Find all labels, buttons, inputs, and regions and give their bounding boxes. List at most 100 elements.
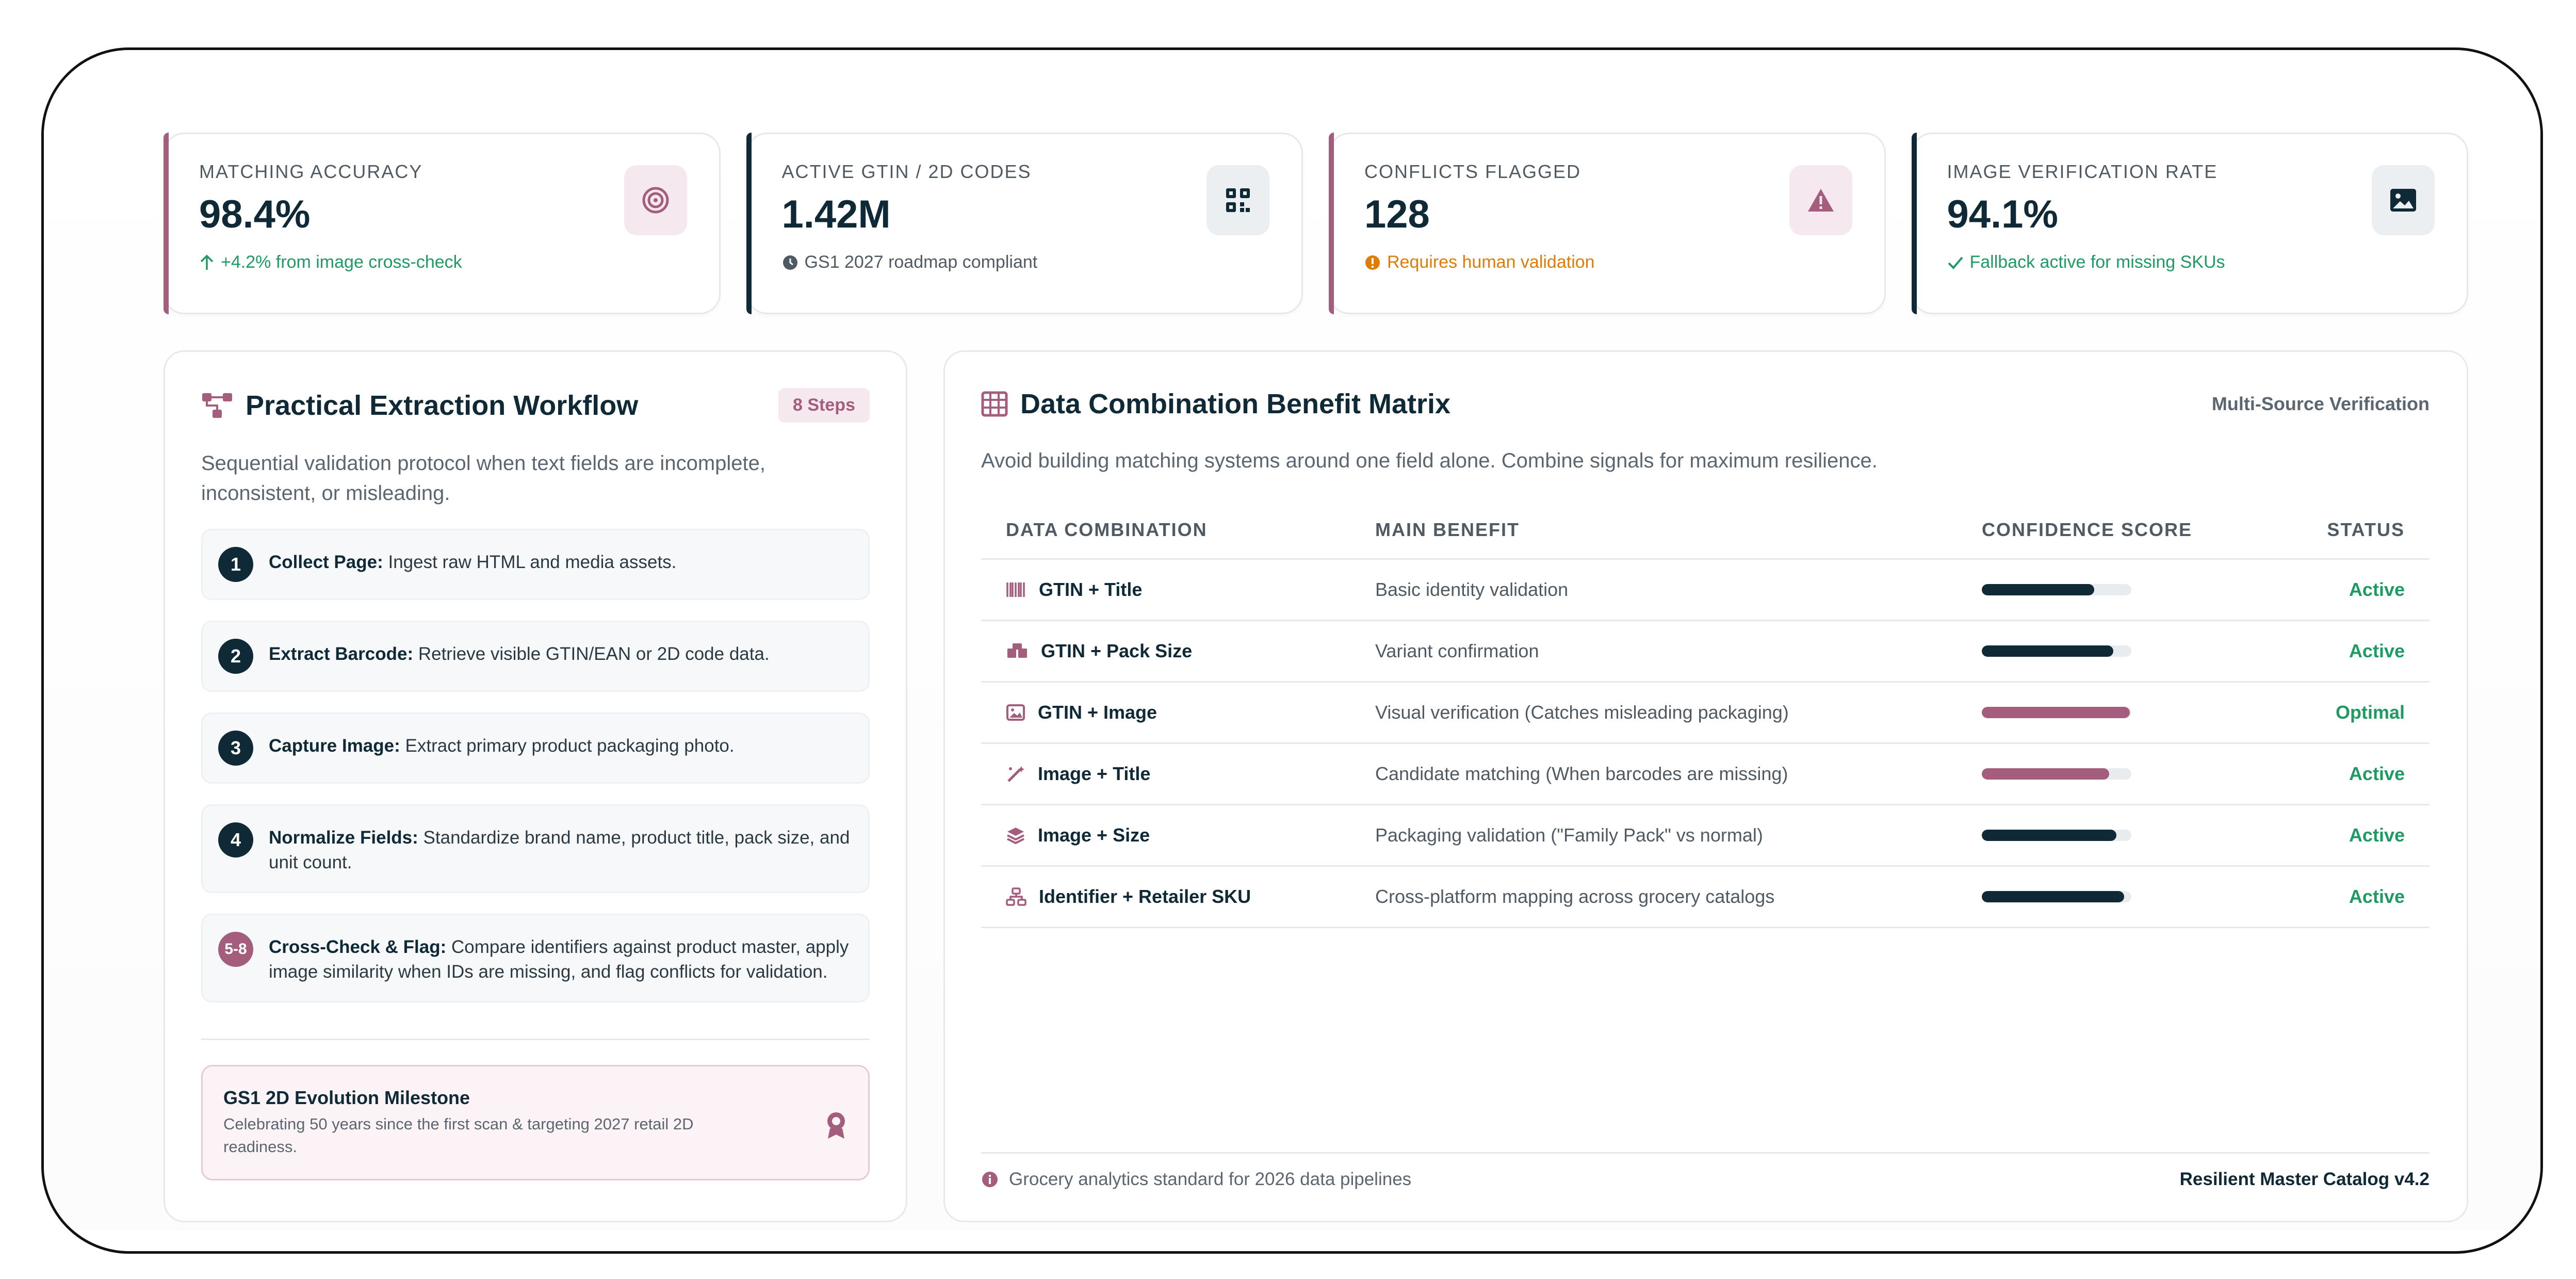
kpi-card-active-gtin: ACTIVE GTIN / 2D CODES 1.42M GS1 2027 ro… <box>746 133 1303 314</box>
window-frame: MATCHING ACCURACY 98.4% +4.2% from image… <box>41 47 2543 1254</box>
score-cell <box>1957 866 2275 928</box>
kpi-subtext: Fallback active for missing SKUs <box>1947 252 2435 272</box>
benefit-cell: Candidate matching (When barcodes are mi… <box>1350 743 1957 805</box>
status-cell: Active <box>2274 743 2430 805</box>
step-text: Extract Barcode: Retrieve visible GTIN/E… <box>269 639 770 667</box>
step-title: Collect Page: <box>269 552 383 572</box>
workflow-step: 3 Capture Image: Extract primary product… <box>201 713 870 784</box>
boxes-icon <box>1007 643 1027 658</box>
kpi-card-conflicts: CONFLICTS FLAGGED 128 Requires human val… <box>1329 133 1886 314</box>
table-row: GTIN + Pack Size Variant confirmation Ac… <box>981 620 2430 683</box>
step-title: Cross-Check & Flag: <box>269 937 447 957</box>
step-text: Collect Page: Ingest raw HTML and media … <box>269 547 676 575</box>
column-header: DATA COMBINATION <box>981 501 1350 560</box>
alert-circle-icon <box>1365 255 1380 270</box>
award-icon <box>827 1112 845 1139</box>
confidence-bar <box>1982 891 2131 902</box>
step-title: Extract Barcode: <box>269 644 414 664</box>
combo-cell: Identifier + Retailer SKU <box>981 866 1350 928</box>
confidence-bar <box>1982 830 2131 841</box>
combo-label: Image + Title <box>1038 763 1151 784</box>
score-cell <box>1957 804 2275 867</box>
arrow-up-icon <box>200 254 214 270</box>
step-text: Cross-Check & Flag: Compare identifiers … <box>269 932 853 984</box>
layers-icon <box>1007 828 1024 845</box>
score-cell <box>1957 743 2275 805</box>
milestone-card: GS1 2D Evolution Milestone Celebrating 5… <box>201 1065 870 1180</box>
warning-triangle-icon <box>1807 189 1834 212</box>
status-cell: Active <box>2274 620 2430 683</box>
barcode-icon <box>1006 582 1025 597</box>
confidence-bar <box>1982 768 2131 780</box>
score-cell <box>1957 620 2275 683</box>
kpi-subtext: GS1 2027 roadmap compliant <box>782 252 1270 272</box>
confidence-fill <box>1982 830 2116 841</box>
table-row: GTIN + Title Basic identity validation A… <box>981 559 2430 621</box>
kpi-subtext-label: Requires human validation <box>1387 252 1595 272</box>
combo-label: GTIN + Pack Size <box>1041 640 1193 661</box>
column-header: MAIN BENEFIT <box>1350 501 1957 560</box>
kpi-subtext: +4.2% from image cross-check <box>199 252 687 272</box>
kpi-label: MATCHING ACCURACY <box>199 161 423 182</box>
benefit-cell: Visual verification (Catches misleading … <box>1350 682 1957 744</box>
step-text: Capture Image: Extract primary product p… <box>269 731 735 758</box>
combo-label: Image + Size <box>1038 824 1150 846</box>
workflow-header: Practical Extraction Workflow 8 Steps <box>201 388 870 423</box>
column-header: CONFIDENCE SCORE <box>1957 501 2275 560</box>
table-row: GTIN + Image Visual verification (Catche… <box>981 682 2430 744</box>
step-title: Capture Image: <box>269 736 400 756</box>
step-number: 4 <box>218 822 253 857</box>
confidence-fill <box>1982 584 2094 595</box>
kpi-subtext-label: Fallback active for missing SKUs <box>1969 252 2225 272</box>
kpi-card-image-verification: IMAGE VERIFICATION RATE 94.1% Fallback a… <box>1911 133 2468 314</box>
kpi-card-matching-accuracy: MATCHING ACCURACY 98.4% +4.2% from image… <box>164 133 721 314</box>
image-icon <box>2390 189 2416 212</box>
step-number: 3 <box>218 731 253 766</box>
confidence-fill <box>1982 891 2124 902</box>
matrix-footer: Grocery analytics standard for 2026 data… <box>981 1152 2430 1190</box>
kpi-icon-box <box>624 165 687 235</box>
status-cell: Active <box>2274 559 2430 621</box>
matrix-header: Data Combination Benefit Matrix Multi-So… <box>981 388 2430 420</box>
check-icon <box>1948 256 1963 269</box>
workflow-step: 1 Collect Page: Ingest raw HTML and medi… <box>201 529 870 600</box>
step-number: 1 <box>218 547 253 582</box>
workflow-step: 5-8 Cross-Check & Flag: Compare identifi… <box>201 914 870 1002</box>
milestone-title: GS1 2D Evolution Milestone <box>223 1087 470 1108</box>
step-number: 2 <box>218 639 253 674</box>
combo-cell: GTIN + Title <box>981 559 1350 621</box>
confidence-bar <box>1982 707 2131 718</box>
dashboard: MATCHING ACCURACY 98.4% +4.2% from image… <box>164 133 2468 1226</box>
info-icon <box>982 1172 998 1187</box>
magic-wand-icon <box>1007 766 1024 782</box>
table-row: Image + Title Candidate matching (When b… <box>981 743 2430 805</box>
column-header: STATUS <box>2274 501 2430 560</box>
table-row: Image + Size Packaging validation ("Fami… <box>981 804 2430 867</box>
benefit-cell: Cross-platform mapping across grocery ca… <box>1350 866 1957 928</box>
combo-cell: Image + Title <box>981 743 1350 805</box>
kpi-icon-box <box>1789 165 1852 235</box>
table-header-row: DATA COMBINATION MAIN BENEFIT CONFIDENCE… <box>981 501 2430 560</box>
target-icon <box>642 187 669 214</box>
benefit-cell: Packaging validation ("Family Pack" vs n… <box>1350 804 1957 867</box>
combo-cell: GTIN + Image <box>981 682 1350 744</box>
confidence-fill <box>1982 707 2130 718</box>
matrix-title: Data Combination Benefit Matrix <box>1020 388 1451 419</box>
clock-icon <box>782 255 797 270</box>
workflow-panel: Practical Extraction Workflow 8 Steps Se… <box>164 350 907 1222</box>
kpi-value: 98.4% <box>199 192 311 236</box>
matrix-description: Avoid building matching systems around o… <box>981 449 1878 472</box>
step-detail: Retrieve visible GTIN/EAN or 2D code dat… <box>418 644 770 664</box>
workflow-step: 4 Normalize Fields: Standardize brand na… <box>201 804 870 893</box>
score-cell <box>1957 682 2275 744</box>
step-text: Normalize Fields: Standardize brand name… <box>269 822 853 875</box>
combo-cell: GTIN + Pack Size <box>981 620 1350 683</box>
workflow-step: 2 Extract Barcode: Retrieve visible GTIN… <box>201 621 870 692</box>
page-background: MATCHING ACCURACY 98.4% +4.2% from image… <box>44 71 2540 1231</box>
matrix-panel: Data Combination Benefit Matrix Multi-So… <box>943 350 2468 1222</box>
combo-label: GTIN + Image <box>1038 702 1157 723</box>
workflow-description: Sequential validation protocol when text… <box>201 452 765 505</box>
score-cell <box>1957 559 2275 621</box>
milestone-text: Celebrating 50 years since the first sca… <box>223 1115 694 1156</box>
kpi-label: CONFLICTS FLAGGED <box>1364 161 1582 182</box>
